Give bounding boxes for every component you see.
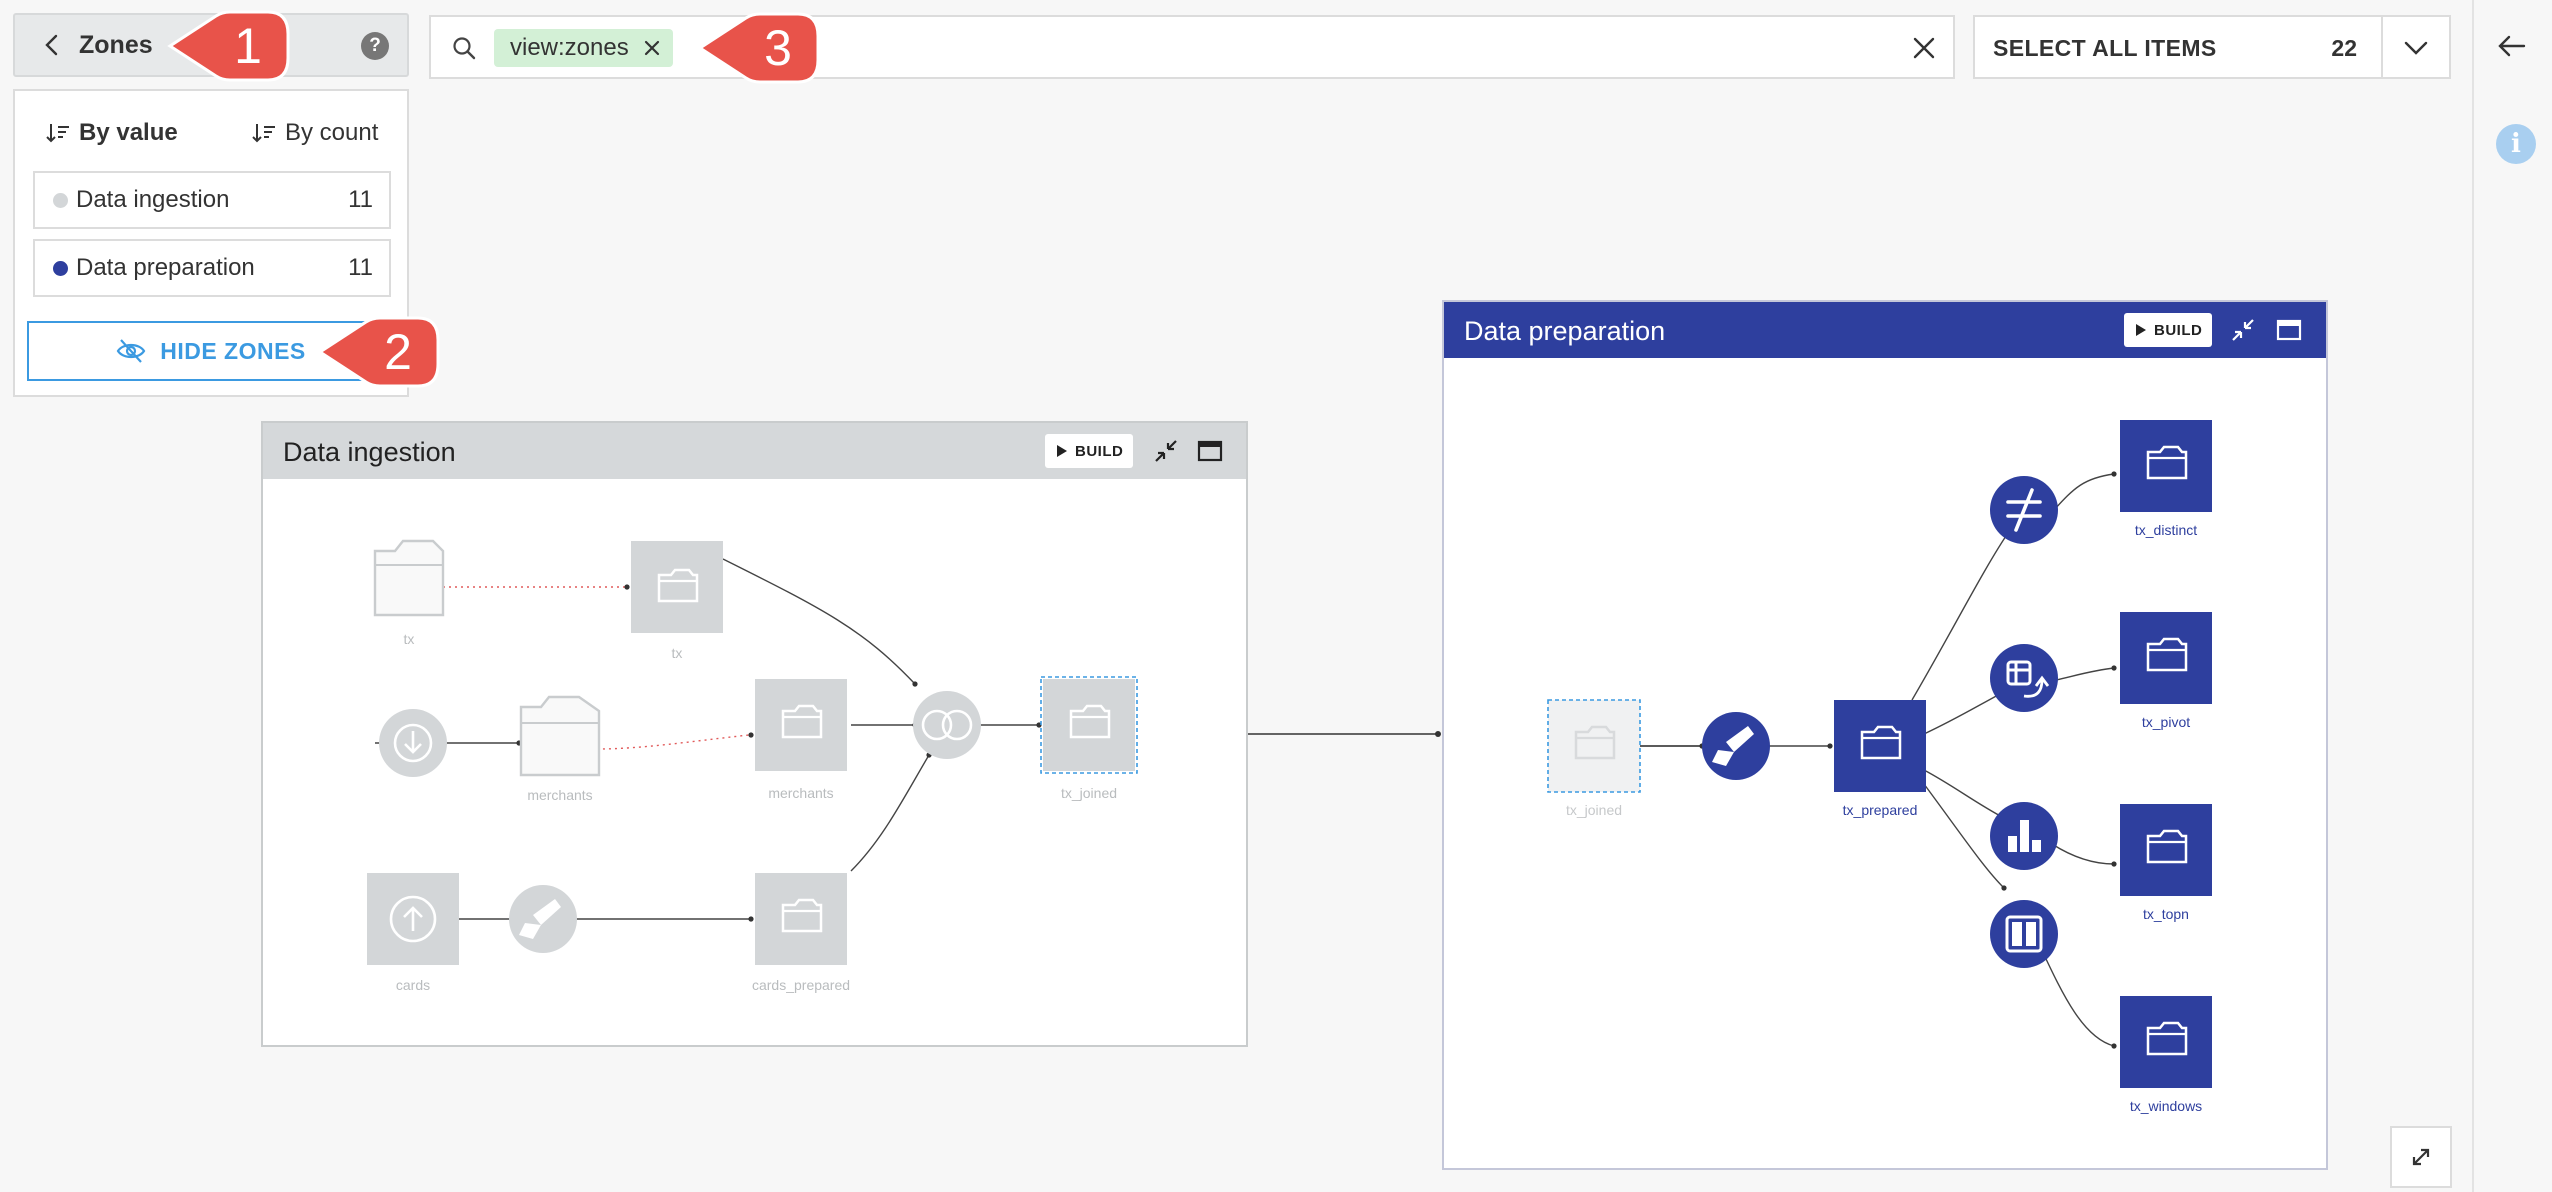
zone-header: Data preparation BUILD [1444, 302, 2326, 358]
node-label-tx-dataset: tx [671, 645, 683, 661]
cards-dataset[interactable] [367, 873, 459, 965]
build-button[interactable]: BUILD [2124, 313, 2213, 347]
search-bar[interactable]: view:zones [429, 15, 1955, 79]
select-all-items-control[interactable]: SELECT ALL ITEMS 22 [1973, 15, 2451, 79]
maximize-icon[interactable] [2276, 317, 2302, 343]
tx-windows-dataset[interactable] [2120, 996, 2212, 1088]
zone-list-item-data-ingestion[interactable]: Data ingestion 11 [33, 171, 391, 229]
filter-chip-view-zones[interactable]: view:zones [494, 29, 673, 67]
filter-chip-label: view:zones [510, 34, 629, 61]
callout-1: 1 [164, 4, 294, 88]
eye-off-icon [116, 339, 146, 363]
node-label-tx-prepared: tx_prepared [1842, 802, 1918, 818]
right-rail: i [2472, 0, 2552, 1192]
zone-color-dot [53, 192, 68, 208]
collapse-icon[interactable] [2230, 317, 2256, 343]
build-button[interactable]: BUILD [1045, 434, 1134, 468]
clear-search-icon[interactable] [1911, 35, 1937, 61]
node-label-tx-folder: tx [403, 631, 415, 647]
prepare-recipe[interactable] [1702, 712, 1770, 780]
zone-list-item-label: Data ingestion [76, 186, 230, 213]
sort-descending-icon [46, 124, 69, 143]
hide-zones-label: HIDE ZONES [160, 337, 306, 364]
items-count: 22 [2331, 35, 2357, 61]
node-label-tx-pivot: tx_pivot [2141, 714, 2191, 730]
merchants-dataset[interactable] [755, 679, 847, 771]
play-icon [2136, 324, 2146, 336]
zone-header: Data ingestion BUILD [263, 423, 1246, 479]
tx-pivot-dataset[interactable] [2120, 612, 2212, 704]
node-label-tx-joined: tx_joined [1060, 785, 1118, 801]
node-label-tx-topn: tx_topn [2143, 906, 2189, 922]
chevron-left-icon[interactable] [41, 33, 65, 57]
chevron-down-icon[interactable] [2401, 33, 2431, 63]
sort-by-count-label: By count [285, 119, 379, 146]
callout-number: 1 [234, 18, 262, 74]
info-icon[interactable]: i [2496, 124, 2536, 164]
top-n-recipe[interactable] [1990, 802, 2058, 870]
node-label-cards: cards [395, 977, 431, 993]
merchants-managed-folder[interactable] [519, 695, 601, 777]
download-recipe[interactable] [379, 709, 447, 777]
prepare-recipe[interactable] [509, 885, 577, 953]
collapse-icon[interactable] [1153, 438, 1179, 464]
window-recipe[interactable] [1990, 900, 2058, 968]
zone-connector-edge [1248, 731, 1441, 737]
search-icon [453, 37, 476, 60]
help-icon[interactable]: ? [361, 32, 389, 60]
distinct-recipe[interactable] [1990, 476, 2058, 544]
arrow-left-icon[interactable] [2496, 30, 2528, 62]
ingestion-flow-graph [367, 539, 1138, 965]
zone-color-dot [53, 260, 68, 276]
node-label-tx-windows: tx_windows [2129, 1098, 2203, 1114]
pivot-recipe[interactable] [1990, 644, 2058, 712]
zone-title: Data ingestion [283, 437, 456, 467]
zone-data-ingestion[interactable]: Data ingestion BUILD tx tx merchants mer… [261, 421, 1248, 1047]
callout-number: 2 [384, 324, 412, 380]
tx-distinct-dataset[interactable] [2120, 420, 2212, 512]
tx-prepared-dataset[interactable] [1834, 700, 1926, 792]
cards-prepared-dataset[interactable] [755, 873, 847, 965]
divider [2381, 17, 2383, 77]
remove-filter-icon[interactable] [643, 39, 661, 57]
zone-title: Data preparation [1464, 316, 1666, 346]
callout-number: 3 [764, 20, 792, 76]
select-all-items-label[interactable]: SELECT ALL ITEMS [1993, 35, 2217, 62]
sort-by-value-label: By value [79, 119, 178, 146]
node-label-tx-distinct: tx_distinct [2134, 522, 2198, 538]
callout-2: 2 [314, 310, 444, 394]
maximize-icon[interactable] [1197, 438, 1223, 464]
play-icon [1057, 445, 1067, 457]
sort-by-count-option[interactable]: By count [251, 119, 378, 147]
preparation-flow-graph [1547, 420, 2212, 1088]
zone-list-item-count: 11 [348, 186, 373, 213]
node-label-merchants-folder: merchants [527, 787, 593, 803]
join-recipe[interactable] [913, 691, 981, 759]
node-label-cards-prepared: cards_prepared [751, 977, 851, 993]
fullscreen-button[interactable] [2390, 1126, 2452, 1188]
zone-list-item-data-preparation[interactable]: Data preparation 11 [33, 239, 391, 297]
expand-icon [2412, 1148, 2430, 1166]
callout-3: 3 [694, 6, 824, 90]
tx-managed-folder[interactable] [373, 539, 445, 617]
tx-joined-dataset[interactable] [1040, 676, 1138, 774]
node-label-merchants-dataset: merchants [768, 785, 834, 801]
sort-by-value-option[interactable]: By value [45, 119, 178, 147]
node-label-tx-joined: tx_joined [1565, 802, 1623, 818]
tx-topn-dataset[interactable] [2120, 804, 2212, 896]
zones-panel-title: Zones [79, 31, 153, 59]
tx-dataset[interactable] [631, 541, 723, 633]
build-label: BUILD [2154, 321, 2203, 339]
zone-list-item-label: Data preparation [76, 254, 255, 281]
sort-count-icon [252, 124, 275, 143]
build-label: BUILD [1075, 442, 1124, 460]
zone-list-item-count: 11 [348, 254, 373, 281]
tx-joined-shared-dataset[interactable] [1547, 699, 1641, 793]
zone-data-preparation[interactable]: Data preparation BUILD tx_joined tx_prep… [1442, 300, 2328, 1170]
